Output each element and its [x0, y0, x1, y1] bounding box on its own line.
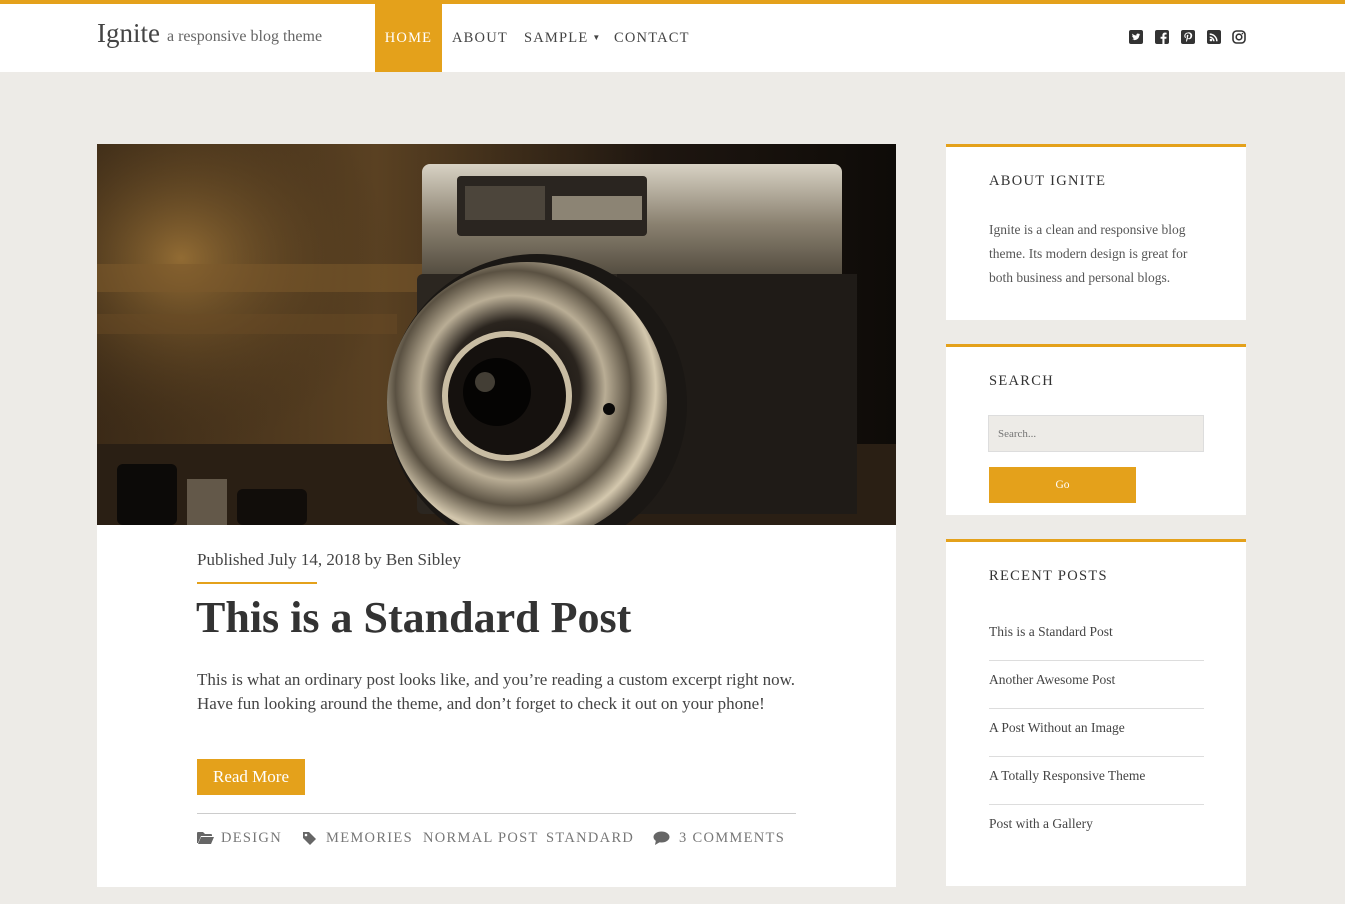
comment-icon: [653, 831, 670, 845]
tag-link-memories[interactable]: MEMORIES: [326, 830, 413, 847]
post-footer-divider: [197, 813, 796, 814]
nav-item-sample-label: SAMPLE: [524, 30, 589, 46]
meta-divider: [197, 582, 317, 584]
recent-post-link[interactable]: This is a Standard Post: [989, 613, 1204, 661]
tag-link-standard[interactable]: STANDARD: [546, 830, 634, 847]
chevron-down-icon: ▼: [592, 33, 602, 42]
recent-post-title: Another Awesome Post: [989, 672, 1116, 687]
site-header: Ignite a responsive blog theme HOME ABOU…: [0, 4, 1345, 72]
folder-icon: [197, 832, 214, 844]
twitter-icon[interactable]: [1128, 29, 1144, 45]
read-more-button[interactable]: Read More: [197, 759, 305, 795]
search-input[interactable]: [988, 415, 1204, 452]
nav-item-contact[interactable]: CONTACT: [614, 4, 690, 72]
instagram-icon[interactable]: [1231, 29, 1247, 45]
camera-photo-illustration: [97, 144, 896, 525]
nav-item-home[interactable]: HOME: [375, 4, 442, 72]
recent-post-title: A Totally Responsive Theme: [989, 768, 1146, 783]
post-title[interactable]: This is a Standard Post: [196, 592, 631, 643]
recent-post-link[interactable]: A Totally Responsive Theme: [989, 757, 1204, 805]
comments-link[interactable]: 3 COMMENTS: [679, 830, 785, 847]
recent-post-title: This is a Standard Post: [989, 624, 1113, 639]
recent-posts-widget: RECENT POSTS This is a Standard Post Ano…: [946, 539, 1246, 886]
post-meta: Published July 14, 2018 by Ben Sibley: [197, 550, 461, 569]
category-link-design[interactable]: DESIGN: [221, 830, 282, 847]
about-text: Ignite is a clean and responsive blog th…: [989, 222, 1188, 285]
pinterest-icon[interactable]: [1180, 29, 1196, 45]
recent-post-link[interactable]: A Post Without an Image: [989, 709, 1204, 757]
recent-post-link[interactable]: Post with a Gallery: [989, 805, 1204, 853]
nav-item-sample[interactable]: SAMPLE ▼: [524, 4, 602, 72]
site-tagline: a responsive blog theme: [167, 28, 323, 45]
post-excerpt: This is what an ordinary post looks like…: [197, 670, 796, 713]
tag-link-normal-post[interactable]: NORMAL POST: [423, 830, 539, 847]
site-title[interactable]: Ignite: [97, 18, 160, 49]
post-card: Published July 14, 2018 by Ben Sibley Th…: [97, 144, 896, 887]
nav-item-about[interactable]: ABOUT: [452, 4, 508, 72]
tag-icon: [303, 832, 316, 845]
widget-title-about: ABOUT IGNITE: [989, 173, 1107, 189]
search-widget: SEARCH Go: [946, 344, 1246, 515]
featured-image[interactable]: [97, 144, 896, 525]
recent-post-link[interactable]: Another Awesome Post: [989, 661, 1204, 709]
recent-post-title: A Post Without an Image: [989, 720, 1125, 735]
search-button[interactable]: Go: [989, 467, 1136, 503]
recent-post-title: Post with a Gallery: [989, 816, 1093, 831]
widget-title-recent: RECENT POSTS: [989, 568, 1108, 584]
facebook-icon[interactable]: [1154, 29, 1170, 45]
about-widget: ABOUT IGNITE Ignite is a clean and respo…: [946, 144, 1246, 320]
rss-icon[interactable]: [1206, 29, 1222, 45]
widget-title-search: SEARCH: [989, 373, 1055, 389]
